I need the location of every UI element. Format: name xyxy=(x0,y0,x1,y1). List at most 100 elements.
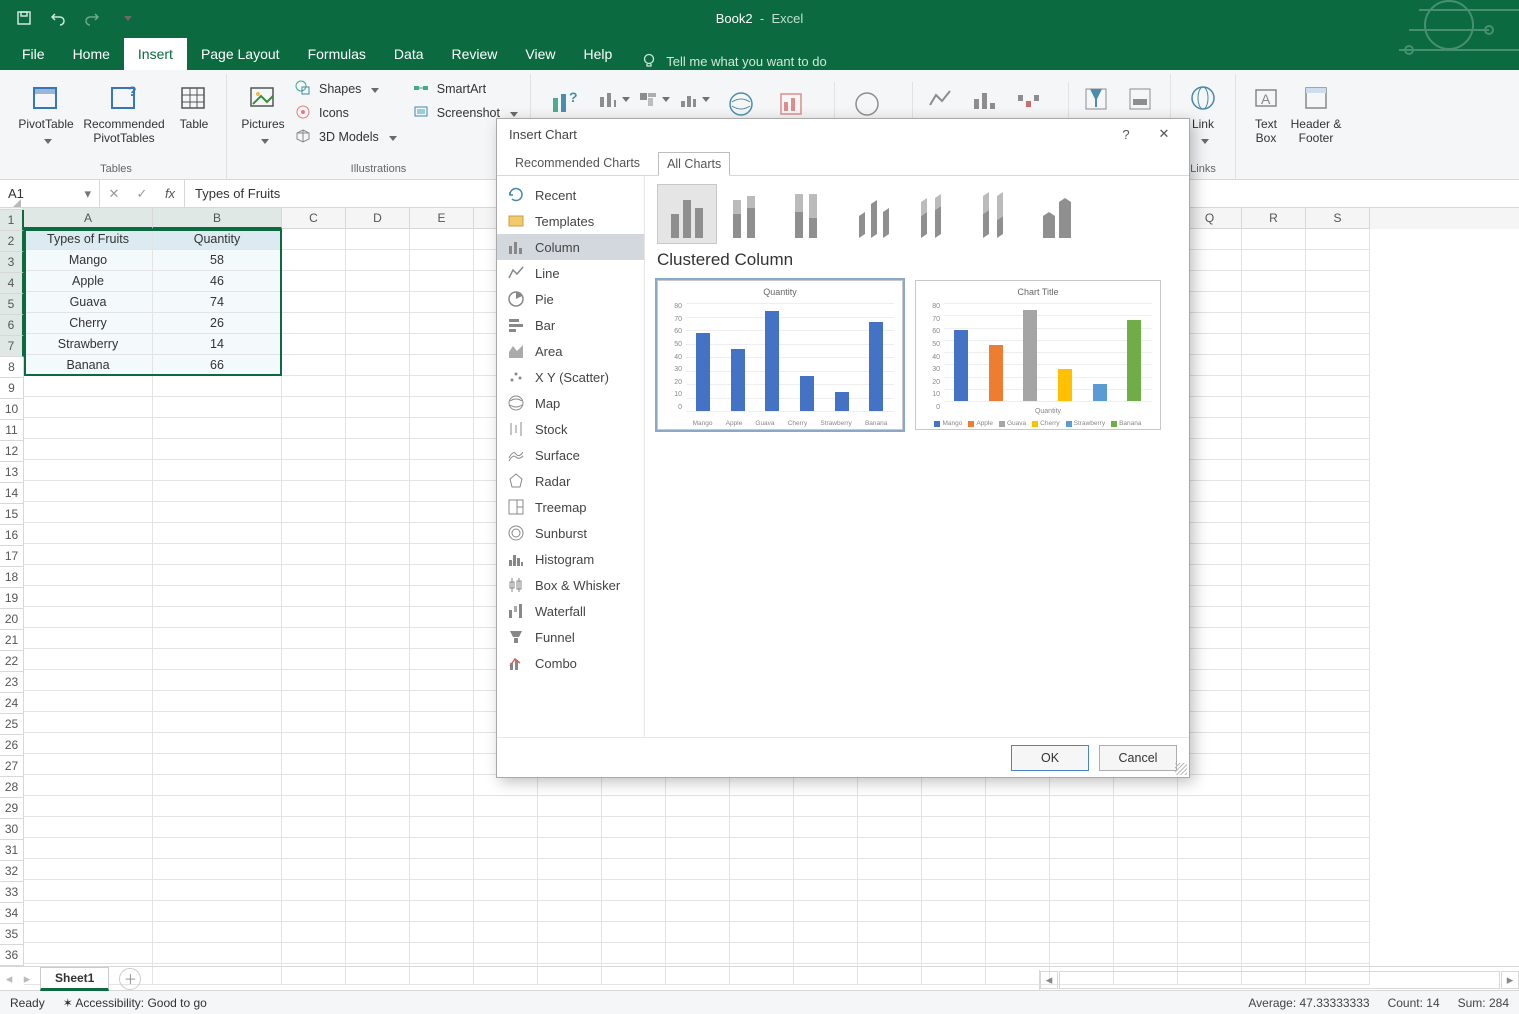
cell-R14[interactable] xyxy=(1242,502,1306,523)
cell-L33[interactable] xyxy=(858,901,922,922)
cell-S24[interactable] xyxy=(1306,712,1370,733)
cell-E4[interactable] xyxy=(410,292,474,313)
cell-N28[interactable] xyxy=(986,796,1050,817)
cell-H32[interactable] xyxy=(602,880,666,901)
cell-A5[interactable]: Cherry xyxy=(24,313,153,334)
cell-A10[interactable] xyxy=(24,418,153,439)
cell-B31[interactable] xyxy=(153,859,282,880)
column-header-E[interactable]: E xyxy=(410,208,474,229)
cell-A15[interactable] xyxy=(24,523,153,544)
column-subtype-4[interactable] xyxy=(843,184,903,244)
cell-D18[interactable] xyxy=(346,586,410,607)
cell-A4[interactable]: Guava xyxy=(24,292,153,313)
cell-L34[interactable] xyxy=(858,922,922,943)
cell-E27[interactable] xyxy=(410,775,474,796)
cell-S22[interactable] xyxy=(1306,670,1370,691)
cell-I34[interactable] xyxy=(666,922,730,943)
chart-type-combo[interactable]: Combo xyxy=(497,650,644,676)
row-header-15[interactable]: 15 xyxy=(0,504,24,525)
cell-S34[interactable] xyxy=(1306,922,1370,943)
cell-H28[interactable] xyxy=(602,796,666,817)
cell-F33[interactable] xyxy=(474,901,538,922)
cell-R21[interactable] xyxy=(1242,649,1306,670)
tab-home[interactable]: Home xyxy=(59,38,124,70)
icons-button[interactable]: Icons xyxy=(291,102,401,124)
cell-D27[interactable] xyxy=(346,775,410,796)
cell-D35[interactable] xyxy=(346,943,410,964)
cell-F27[interactable] xyxy=(474,775,538,796)
cancel-button[interactable]: Cancel xyxy=(1099,745,1177,771)
cell-O32[interactable] xyxy=(1050,880,1114,901)
cell-A8[interactable] xyxy=(24,376,153,397)
row-header-11[interactable]: 11 xyxy=(0,420,24,441)
cell-S1[interactable] xyxy=(1306,229,1370,250)
cell-Q32[interactable] xyxy=(1178,880,1242,901)
chart-type-stock[interactable]: Stock xyxy=(497,416,644,442)
column-subtype-6[interactable] xyxy=(967,184,1027,244)
hierarchy-chart-dropdown[interactable] xyxy=(637,82,671,116)
row-header-5[interactable]: 5 xyxy=(0,294,24,315)
sheet-nav-prev[interactable]: ◂ xyxy=(0,971,18,987)
cell-S8[interactable] xyxy=(1306,376,1370,397)
row-header-36[interactable]: 36 xyxy=(0,945,24,966)
chart-preview-1[interactable]: Quantity 80706050403020100 MangoAppleGua… xyxy=(657,280,903,430)
cell-B30[interactable] xyxy=(153,838,282,859)
column-subtype-3[interactable] xyxy=(781,184,841,244)
cell-H33[interactable] xyxy=(602,901,666,922)
row-header-27[interactable]: 27 xyxy=(0,756,24,777)
qat-customize-dropdown[interactable] xyxy=(112,4,140,32)
chart-type-bar[interactable]: Bar xyxy=(497,312,644,338)
cell-H35[interactable] xyxy=(602,943,666,964)
save-button[interactable] xyxy=(10,4,38,32)
cell-D7[interactable] xyxy=(346,355,410,376)
chart-type-sunburst[interactable]: Sunburst xyxy=(497,520,644,546)
cell-G30[interactable] xyxy=(538,838,602,859)
cell-C7[interactable] xyxy=(282,355,346,376)
cell-A13[interactable] xyxy=(24,481,153,502)
cell-C29[interactable] xyxy=(282,817,346,838)
cell-S35[interactable] xyxy=(1306,943,1370,964)
cell-E35[interactable] xyxy=(410,943,474,964)
tab-help[interactable]: Help xyxy=(570,38,627,70)
cell-H27[interactable] xyxy=(602,775,666,796)
chart-type-treemap[interactable]: Treemap xyxy=(497,494,644,520)
cell-L29[interactable] xyxy=(858,817,922,838)
cell-C19[interactable] xyxy=(282,607,346,628)
cell-R11[interactable] xyxy=(1242,439,1306,460)
row-header-34[interactable]: 34 xyxy=(0,903,24,924)
cell-K35[interactable] xyxy=(794,943,858,964)
cell-D17[interactable] xyxy=(346,565,410,586)
cell-E33[interactable] xyxy=(410,901,474,922)
cell-A26[interactable] xyxy=(24,754,153,775)
cell-P33[interactable] xyxy=(1114,901,1178,922)
cell-F35[interactable] xyxy=(474,943,538,964)
column-header-R[interactable]: R xyxy=(1242,208,1306,229)
cell-A21[interactable] xyxy=(24,649,153,670)
cell-B19[interactable] xyxy=(153,607,282,628)
cell-E34[interactable] xyxy=(410,922,474,943)
cell-P28[interactable] xyxy=(1114,796,1178,817)
chart-type-area[interactable]: Area xyxy=(497,338,644,364)
statistic-chart-dropdown[interactable] xyxy=(677,82,711,116)
cell-S15[interactable] xyxy=(1306,523,1370,544)
cell-D6[interactable] xyxy=(346,334,410,355)
tab-data[interactable]: Data xyxy=(380,38,438,70)
cell-O30[interactable] xyxy=(1050,838,1114,859)
cell-C5[interactable] xyxy=(282,313,346,334)
cell-G31[interactable] xyxy=(538,859,602,880)
cell-Q35[interactable] xyxy=(1178,943,1242,964)
column-subtype-1[interactable] xyxy=(657,184,717,244)
cell-D13[interactable] xyxy=(346,481,410,502)
cell-S20[interactable] xyxy=(1306,628,1370,649)
cell-I35[interactable] xyxy=(666,943,730,964)
cell-D15[interactable] xyxy=(346,523,410,544)
cancel-formula-icon[interactable]: ✕ xyxy=(100,186,128,202)
cell-D22[interactable] xyxy=(346,670,410,691)
row-header-26[interactable]: 26 xyxy=(0,735,24,756)
cell-C9[interactable] xyxy=(282,397,346,418)
cell-D1[interactable] xyxy=(346,229,410,250)
cell-D25[interactable] xyxy=(346,733,410,754)
chart-type-radar[interactable]: Radar xyxy=(497,468,644,494)
tab-page-layout[interactable]: Page Layout xyxy=(187,38,294,70)
cell-E29[interactable] xyxy=(410,817,474,838)
